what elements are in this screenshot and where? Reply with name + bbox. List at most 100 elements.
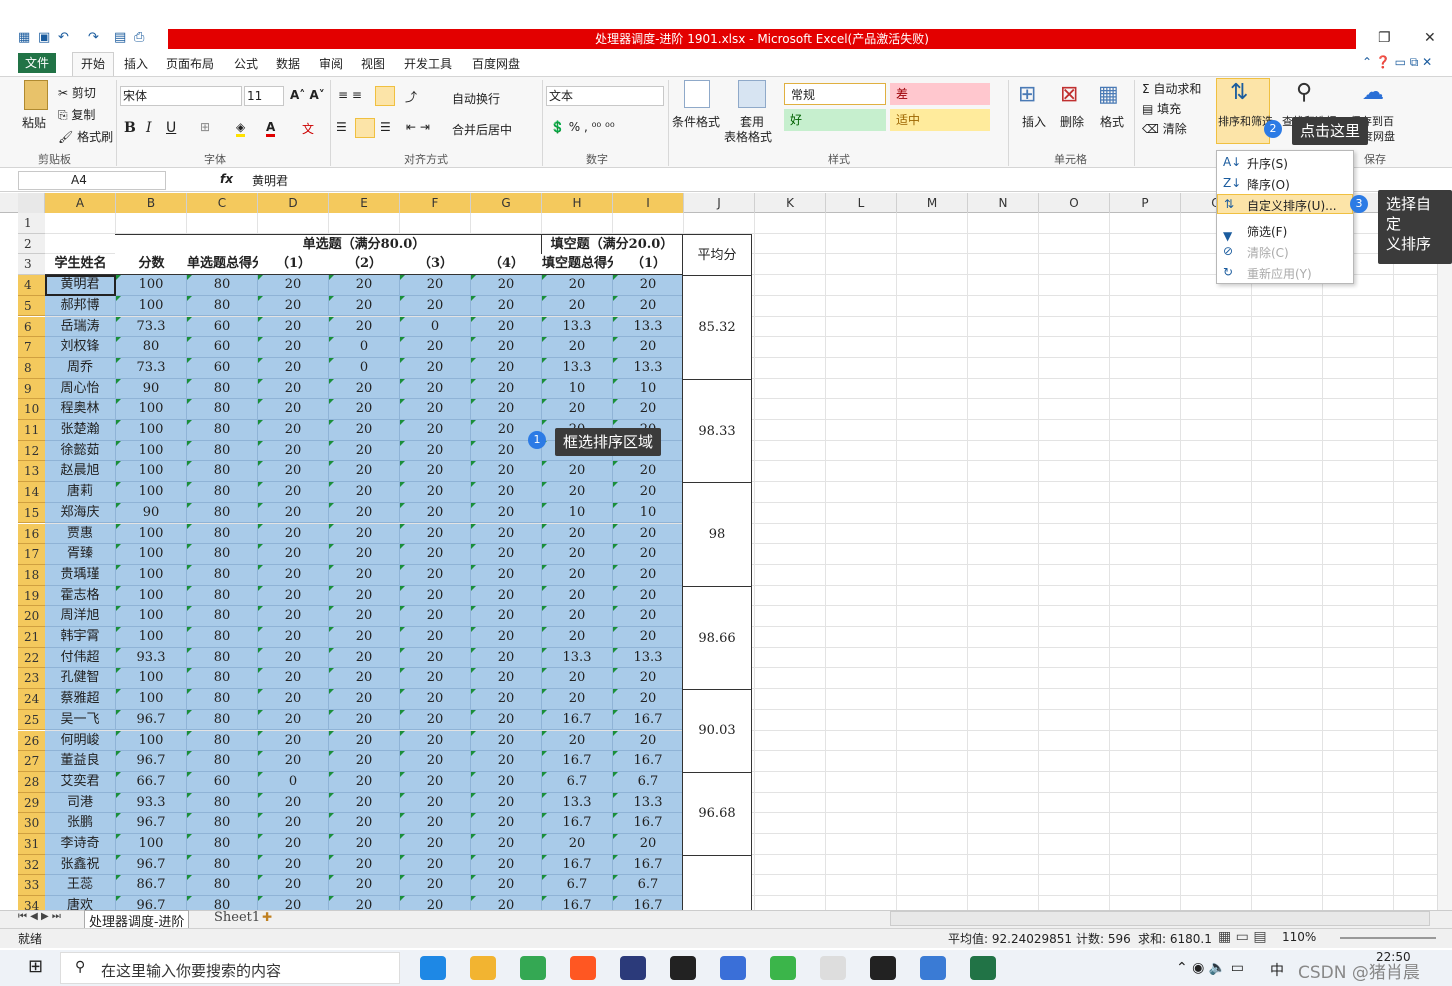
style-good[interactable]: 好 bbox=[784, 109, 886, 131]
student-name-cell[interactable]: 赵晨旭 bbox=[45, 461, 116, 483]
data-cell[interactable]: 20 bbox=[400, 771, 471, 793]
row-header[interactable]: 29 bbox=[18, 792, 45, 814]
help-icon[interactable]: ⌃ ❓ ▭ ⧉ ✕ bbox=[1362, 55, 1432, 70]
data-cell[interactable]: 20 bbox=[329, 420, 400, 441]
student-name-cell[interactable]: 贵瑀瑾 bbox=[45, 564, 116, 586]
filter-item[interactable]: 筛选(F) bbox=[1247, 223, 1287, 240]
average-cell[interactable]: 98 bbox=[682, 482, 752, 587]
data-cell[interactable]: 20 bbox=[400, 544, 471, 565]
row-header[interactable]: 21 bbox=[18, 627, 45, 648]
data-cell[interactable]: 20 bbox=[258, 668, 329, 690]
row-header[interactable]: 28 bbox=[18, 771, 45, 793]
close-icon[interactable]: ✕ bbox=[1424, 30, 1436, 46]
data-cell[interactable]: 20 bbox=[400, 751, 471, 772]
student-name-cell[interactable]: 付伟超 bbox=[45, 647, 116, 669]
data-cell[interactable]: 80 bbox=[187, 709, 258, 731]
bold-button[interactable]: B bbox=[124, 120, 136, 136]
data-cell[interactable]: 20 bbox=[258, 316, 329, 338]
data-cell[interactable]: 20 bbox=[400, 482, 471, 503]
data-cell[interactable]: 100 bbox=[116, 564, 187, 586]
data-cell[interactable]: 20 bbox=[400, 399, 471, 420]
data-cell[interactable]: 73.3 bbox=[116, 316, 187, 338]
data-cell[interactable]: 20 bbox=[400, 523, 471, 545]
data-cell[interactable]: 20 bbox=[613, 730, 684, 752]
column-header-G[interactable]: G bbox=[471, 193, 542, 213]
data-cell[interactable]: 20 bbox=[258, 461, 329, 483]
sort-descending-item[interactable]: 降序(O) bbox=[1247, 176, 1290, 193]
data-cell[interactable]: 20 bbox=[471, 275, 542, 296]
app-icon-blue[interactable] bbox=[720, 956, 746, 980]
data-cell[interactable]: 20 bbox=[329, 792, 400, 814]
data-cell[interactable]: 20 bbox=[400, 627, 471, 648]
clock[interactable]: 22:50 bbox=[1376, 950, 1411, 964]
data-cell[interactable]: 20 bbox=[400, 647, 471, 669]
data-cell[interactable]: 20 bbox=[329, 813, 400, 834]
sort-ascending-item[interactable]: 升序(S) bbox=[1247, 155, 1288, 172]
data-cell[interactable]: 20 bbox=[542, 668, 613, 690]
data-cell[interactable]: 100 bbox=[116, 461, 187, 483]
align-top-icon[interactable]: ≡ ≡ bbox=[338, 88, 362, 102]
data-cell[interactable]: 6.7 bbox=[542, 771, 613, 793]
edge-icon[interactable] bbox=[420, 956, 446, 980]
redo-icon[interactable]: ↷ bbox=[88, 30, 99, 45]
copy-button[interactable]: ⎘ 复制 bbox=[58, 106, 95, 123]
average-cell[interactable]: 85.32 bbox=[682, 275, 752, 380]
student-name-cell[interactable]: 李诗奇 bbox=[45, 834, 116, 855]
data-cell[interactable]: 100 bbox=[116, 275, 187, 296]
data-cell[interactable]: 20 bbox=[258, 792, 329, 814]
data-cell[interactable]: 100 bbox=[116, 689, 187, 710]
data-cell[interactable]: 20 bbox=[471, 668, 542, 690]
student-name-cell[interactable]: 周乔 bbox=[45, 357, 116, 379]
data-cell[interactable]: 80 bbox=[187, 751, 258, 772]
data-cell[interactable]: 20 bbox=[400, 564, 471, 586]
zoom-slider[interactable] bbox=[1340, 937, 1436, 939]
data-cell[interactable]: 80 bbox=[187, 834, 258, 855]
data-cell[interactable]: 80 bbox=[187, 627, 258, 648]
data-cell[interactable]: 20 bbox=[542, 834, 613, 855]
column-header-D[interactable]: D bbox=[258, 193, 329, 213]
row-header[interactable]: 26 bbox=[18, 730, 45, 752]
data-cell[interactable]: 80 bbox=[187, 482, 258, 503]
data-cell[interactable]: 60 bbox=[187, 357, 258, 379]
data-cell[interactable]: 20 bbox=[613, 399, 684, 420]
data-cell[interactable]: 20 bbox=[613, 482, 684, 503]
data-cell[interactable]: 20 bbox=[471, 771, 542, 793]
data-cell[interactable]: 20 bbox=[258, 854, 329, 876]
student-name-cell[interactable]: 周心怡 bbox=[45, 378, 116, 400]
style-bad[interactable]: 差 bbox=[890, 83, 990, 105]
row-header[interactable]: 8 bbox=[18, 357, 45, 379]
data-cell[interactable]: 20 bbox=[400, 357, 471, 379]
grow-font-icon[interactable]: A˄ A˅ bbox=[290, 88, 325, 102]
student-name-cell[interactable]: 郑海庆 bbox=[45, 502, 116, 524]
data-cell[interactable]: 20 bbox=[400, 337, 471, 358]
row-header[interactable]: 3 bbox=[18, 254, 45, 276]
tab-home[interactable]: 开始 bbox=[72, 52, 114, 76]
data-cell[interactable]: 20 bbox=[400, 440, 471, 462]
data-cell[interactable]: 20 bbox=[400, 813, 471, 834]
average-cell[interactable]: 98.33 bbox=[682, 378, 752, 484]
data-cell[interactable]: 80 bbox=[187, 275, 258, 296]
formula-input[interactable]: 黄明君 bbox=[252, 172, 288, 189]
column-header-N[interactable]: N bbox=[968, 193, 1039, 213]
student-name-cell[interactable]: 董益良 bbox=[45, 751, 116, 772]
data-cell[interactable]: 20 bbox=[329, 627, 400, 648]
data-cell[interactable]: 20 bbox=[471, 627, 542, 648]
data-cell[interactable]: 0 bbox=[329, 337, 400, 358]
data-cell[interactable]: 100 bbox=[116, 420, 187, 441]
data-cell[interactable]: 86.7 bbox=[116, 875, 187, 897]
row-header[interactable]: 20 bbox=[18, 606, 45, 627]
data-cell[interactable]: 20 bbox=[471, 564, 542, 586]
data-cell[interactable]: 20 bbox=[258, 751, 329, 772]
data-cell[interactable]: 20 bbox=[258, 647, 329, 669]
data-cell[interactable]: 20 bbox=[471, 813, 542, 834]
data-cell[interactable]: 80 bbox=[187, 523, 258, 545]
zoom-level[interactable]: 110% bbox=[1282, 930, 1316, 944]
data-cell[interactable]: 80 bbox=[187, 502, 258, 524]
data-cell[interactable]: 20 bbox=[329, 461, 400, 483]
data-cell[interactable]: 20 bbox=[258, 337, 329, 358]
conditional-format-button[interactable]: 条件格式 bbox=[672, 113, 720, 130]
data-cell[interactable]: 20 bbox=[400, 709, 471, 731]
row-header[interactable]: 32 bbox=[18, 854, 45, 876]
data-cell[interactable]: 20 bbox=[471, 378, 542, 400]
row-header[interactable]: 5 bbox=[18, 295, 45, 317]
